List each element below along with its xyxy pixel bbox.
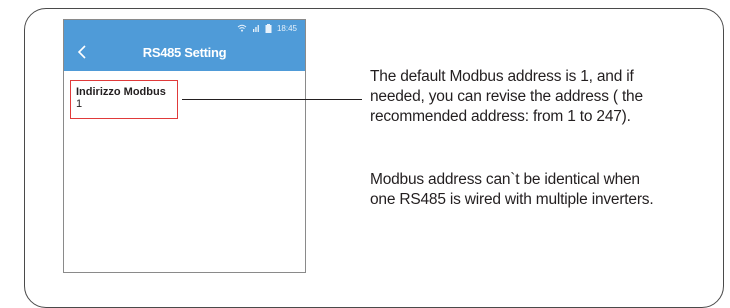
signal-icon [252,24,260,32]
address-note-line: recommended address: from 1 to 247). [370,108,631,125]
battery-icon [265,23,272,33]
app-bar: 18:45 RS485 Setting [64,20,305,71]
status-bar: 18:45 [237,22,297,34]
wifi-icon [237,24,247,32]
phone-screen: 18:45 RS485 Setting Indirizzo Modbus 1 [63,19,306,273]
modbus-address-value: 1 [76,98,83,110]
status-time: 18:45 [276,23,297,33]
address-note-line: The default Modbus address is 1, and if [370,68,634,85]
identical-address-note: Modbus address can`t be identical when o… [370,170,720,210]
modbus-address-label: Indirizzo Modbus [76,86,166,98]
page-title: RS485 Setting [142,45,227,60]
address-note-line: needed, you can revise the address ( the [370,88,643,105]
address-note: The default Modbus address is 1, and if … [370,67,720,127]
identical-note-line: Modbus address can`t be identical when [370,171,640,188]
callout-line [182,99,362,100]
identical-note-line: one RS485 is wired with multiple inverte… [370,191,654,208]
modbus-address-field[interactable]: Indirizzo Modbus 1 [70,80,178,119]
